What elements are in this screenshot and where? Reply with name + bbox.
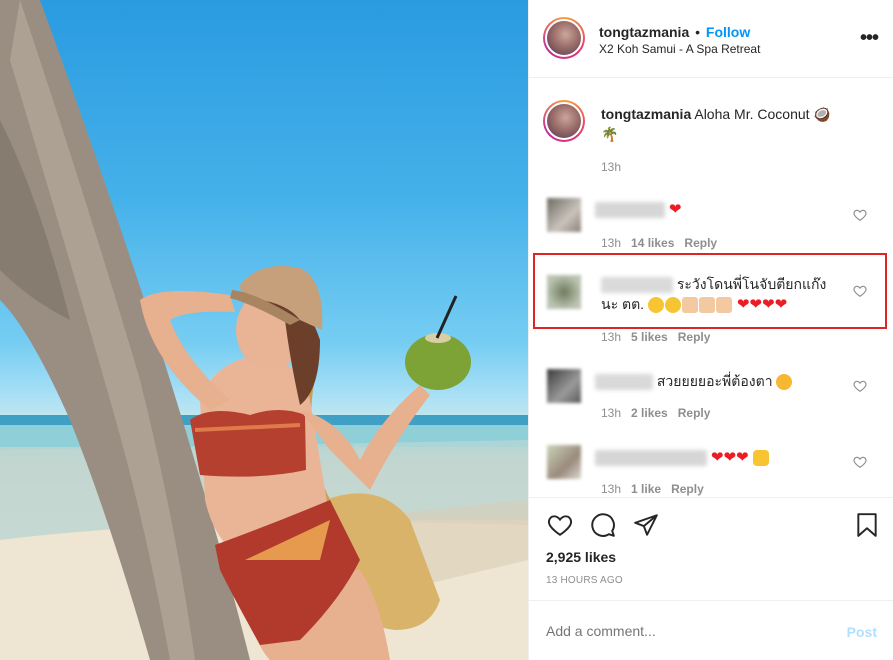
comment-time: 13h bbox=[601, 236, 622, 250]
heart-emoji: ❤ bbox=[723, 449, 737, 467]
comment-likes[interactable]: 1 like bbox=[631, 482, 661, 496]
comment-text-row: ❤❤❤ bbox=[595, 447, 770, 467]
comment-like-heart-outline-icon[interactable] bbox=[853, 379, 867, 393]
caption-avatar[interactable] bbox=[543, 100, 585, 142]
comment-username-blurred[interactable] bbox=[595, 374, 653, 391]
author-username[interactable]: tongtazmania bbox=[599, 24, 689, 40]
comment-like-heart-outline-icon[interactable] bbox=[853, 455, 867, 469]
comment-text-row: สวยยยยอะพี่ต้องตา bbox=[595, 371, 793, 391]
caption-username[interactable]: tongtazmania bbox=[601, 106, 691, 122]
comment-time: 13h bbox=[601, 482, 622, 496]
reply-button[interactable]: Reply bbox=[671, 482, 704, 496]
comment-time: 13h bbox=[601, 330, 622, 344]
comment-time: 13h bbox=[601, 406, 622, 420]
comment-avatar[interactable] bbox=[547, 369, 581, 403]
like-icon[interactable] bbox=[546, 512, 574, 538]
comment-meta: 13h 1 like Reply bbox=[601, 482, 704, 496]
heart-emoji: ❤ bbox=[736, 449, 749, 467]
caption-text-line2: 🌴 bbox=[601, 126, 619, 142]
post-photo[interactable] bbox=[0, 0, 528, 660]
ok-hand-emoji bbox=[752, 450, 769, 467]
caption-time: 13h bbox=[601, 160, 622, 174]
add-comment-row: Post bbox=[529, 600, 893, 660]
comment-text-row: ❤ bbox=[595, 199, 681, 219]
photo-illustration bbox=[0, 0, 528, 660]
share-icon[interactable] bbox=[632, 512, 660, 538]
comment-like-heart-outline-icon[interactable] bbox=[853, 208, 867, 222]
bookmark-icon[interactable] bbox=[854, 511, 880, 539]
heart-emoji: ❤ bbox=[668, 201, 682, 219]
comment-meta: 13h 14 likes Reply bbox=[601, 236, 717, 250]
post-header: tongtazmania • Follow X2 Koh Samui - A S… bbox=[529, 0, 893, 78]
comment-text: สวยยยยอะพี่ต้องตา bbox=[656, 373, 773, 389]
comment-icon[interactable] bbox=[589, 512, 617, 538]
post-comment-button[interactable]: Post bbox=[847, 624, 877, 640]
comment-username-blurred[interactable] bbox=[595, 202, 665, 219]
reply-button[interactable]: Reply bbox=[678, 330, 711, 344]
comment-meta: 13h 5 likes Reply bbox=[601, 330, 710, 344]
comment-likes[interactable]: 2 likes bbox=[631, 406, 668, 420]
comment-meta: 13h 2 likes Reply bbox=[601, 406, 710, 420]
comment-avatar[interactable] bbox=[547, 445, 581, 479]
caption: tongtazmania Aloha Mr. Coconut 🥥 🌴 bbox=[601, 104, 871, 144]
caption-text: Aloha Mr. Coconut 🥥 bbox=[694, 106, 831, 122]
likes-count[interactable]: 2,925 likes bbox=[546, 549, 616, 565]
post-time-ago: 13 HOURS AGO bbox=[546, 575, 623, 586]
comment-likes[interactable]: 14 likes bbox=[631, 236, 674, 250]
more-options-icon[interactable]: ••• bbox=[860, 28, 879, 48]
heart-emoji: ❤ bbox=[710, 449, 724, 467]
post-side-panel: tongtazmania • Follow X2 Koh Samui - A S… bbox=[528, 0, 893, 660]
author-avatar[interactable] bbox=[543, 17, 585, 59]
comment-avatar[interactable] bbox=[547, 198, 581, 232]
heart-eyes-emoji bbox=[776, 374, 793, 391]
highlight-annotation-box bbox=[533, 253, 887, 329]
follow-button[interactable]: Follow bbox=[706, 24, 750, 40]
separator-dot: • bbox=[695, 24, 701, 40]
comment-likes[interactable]: 5 likes bbox=[631, 330, 668, 344]
reply-button[interactable]: Reply bbox=[684, 236, 717, 250]
add-comment-input[interactable] bbox=[546, 623, 806, 639]
comment-username-blurred[interactable] bbox=[595, 450, 707, 467]
reply-button[interactable]: Reply bbox=[678, 406, 711, 420]
header-title-row: tongtazmania • Follow bbox=[599, 24, 750, 40]
post-location[interactable]: X2 Koh Samui - A Spa Retreat bbox=[599, 42, 760, 56]
